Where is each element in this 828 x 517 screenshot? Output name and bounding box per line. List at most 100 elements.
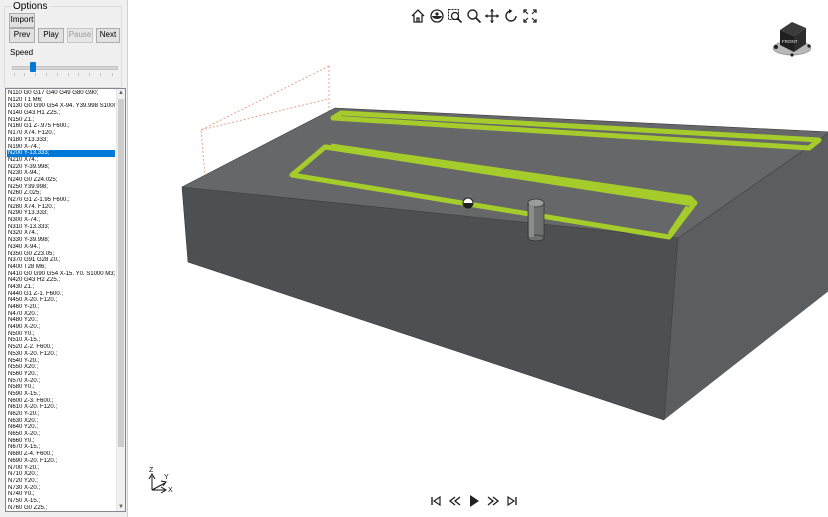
gcode-line[interactable]: N760 G0 Z25.; [7, 505, 115, 511]
fast-forward-icon[interactable] [485, 493, 501, 509]
gcode-line[interactable]: N650 X-20.; [7, 431, 115, 438]
gcode-line[interactable]: N310 Y-13.333; [7, 224, 115, 231]
gcode-line[interactable]: N660 Y0.; [7, 438, 115, 445]
slider-tick [35, 73, 36, 76]
gcode-line[interactable]: N270 G1 Z-1.95 F600.; [7, 197, 115, 204]
gcode-line[interactable]: N120 T1 M6; [7, 97, 115, 104]
gcode-line[interactable]: N610 X-20. F120.; [7, 404, 115, 411]
scroll-thumb[interactable] [118, 99, 124, 447]
gcode-line[interactable]: N490 X-20.; [7, 324, 115, 331]
gcode-line[interactable]: N630 X20.; [7, 418, 115, 425]
gcode-line[interactable]: N480 Y20.; [7, 317, 115, 324]
gcode-line[interactable]: N710 X20.; [7, 471, 115, 478]
view-cube-face-label: FRONT [782, 39, 798, 44]
gcode-line[interactable]: N220 Y-39.998; [7, 164, 115, 171]
view-cube[interactable]: FRONT [772, 22, 812, 57]
zoom-icon[interactable] [466, 8, 482, 24]
3d-viewport[interactable]: · FRONT Z Y X [127, 0, 828, 517]
gcode-line[interactable]: N450 X-20. F120.; [7, 297, 115, 304]
gcode-line[interactable]: N670 X-15.; [7, 444, 115, 451]
gcode-line[interactable]: N320 X74.; [7, 230, 115, 237]
rotate-icon[interactable] [503, 8, 519, 24]
gcode-line[interactable]: N280 X74. F120.; [7, 204, 115, 211]
gcode-line[interactable]: N470 X20.; [7, 311, 115, 318]
gcode-line[interactable]: N620 Y-20.; [7, 411, 115, 418]
gcode-line[interactable]: N590 X-15.; [7, 391, 115, 398]
gcode-line[interactable]: N500 Y0.; [7, 331, 115, 338]
gcode-line[interactable]: N440 G1 Z-1. F600.; [7, 291, 115, 298]
gcode-line[interactable]: N580 Y0.; [7, 384, 115, 391]
gcode-line[interactable]: N420 G43 H2 Z25.; [7, 277, 115, 284]
gcode-line[interactable]: N530 X-20. F120.; [7, 351, 115, 358]
gcode-line[interactable]: N260 Z.025; [7, 190, 115, 197]
slider-tick [68, 73, 69, 76]
rewind-icon[interactable] [447, 493, 463, 509]
gcode-line[interactable]: N160 G1 Z-.975 F600.; [7, 123, 115, 130]
gcode-line[interactable]: N130 G0 G90 G54 X-94. Y39.998 S1000 M3; [7, 103, 115, 110]
left-panel: Options Import Prev Play Pause Next Spee… [0, 0, 126, 517]
slider-tick [78, 73, 79, 76]
gcode-line[interactable]: N350 G0 Z23.05; [7, 251, 115, 258]
gcode-line[interactable]: N520 Z-2. F600.; [7, 344, 115, 351]
pause-button[interactable]: Pause [67, 28, 93, 43]
gcode-listbox[interactable]: N110 G0 G17 G40 G49 G80 G90; N120 T1 M6; N… [5, 88, 126, 512]
scroll-up-icon[interactable]: ▲ [117, 89, 125, 97]
gcode-line[interactable]: N150 Z1.; [7, 117, 115, 124]
gcode-line[interactable]: N140 G43 H1 Z25.; [7, 110, 115, 117]
gcode-line[interactable]: N750 X-15.; [7, 498, 115, 505]
options-group-title: Options [11, 1, 50, 12]
gcode-line[interactable]: N170 X74. F120.; [7, 130, 115, 137]
gcode-line[interactable]: N110 G0 G17 G40 G49 G80 G90; [7, 90, 115, 97]
next-button[interactable]: Next [96, 28, 120, 43]
gcode-line[interactable]: N430 Z1.; [7, 284, 115, 291]
gcode-line[interactable]: N700 Y-20.; [7, 465, 115, 472]
last-icon[interactable] [504, 493, 520, 509]
play-icon[interactable] [466, 493, 482, 509]
gcode-line-selected[interactable]: N200 Y-13.333; [7, 150, 115, 157]
home-icon[interactable] [410, 8, 426, 24]
gcode-line[interactable]: N290 Y13.333; [7, 210, 115, 217]
gcode-line[interactable]: N210 X74.; [7, 157, 115, 164]
first-icon[interactable] [428, 493, 444, 509]
gcode-line[interactable]: N550 X20.; [7, 364, 115, 371]
gcode-line[interactable]: N240 G0 Z24.025; [7, 177, 115, 184]
gcode-line[interactable]: N570 X-20.; [7, 378, 115, 385]
gcode-line[interactable]: N510 X-15.; [7, 337, 115, 344]
prev-button[interactable]: Prev [9, 28, 35, 43]
gcode-line[interactable]: N720 Y20.; [7, 478, 115, 485]
gcode-line[interactable]: N410 G0 G90 G54 X-15. Y0. S1000 M3; [7, 271, 115, 278]
gcode-line[interactable]: N370 G91 G28 Z0.; [7, 257, 115, 264]
gcode-line[interactable]: N600 Z-3. F600.; [7, 398, 115, 405]
play-button[interactable]: Play [38, 28, 64, 43]
pan-icon[interactable] [484, 8, 500, 24]
gcode-line[interactable]: N400 T28 M6; [7, 264, 115, 271]
gcode-line[interactable]: N780 G91 G28 Z0.; [7, 511, 115, 512]
gcode-line[interactable]: N690 X-20. F120.; [7, 458, 115, 465]
scene-canvas[interactable]: · FRONT Z Y X [128, 0, 828, 517]
gcode-line[interactable]: N640 Y20.; [7, 424, 115, 431]
gcode-line[interactable]: N460 Y-20.; [7, 304, 115, 311]
gcode-line[interactable]: N560 Y20.; [7, 371, 115, 378]
fullscreen-icon[interactable] [522, 8, 538, 24]
gcode-line[interactable]: N680 Z-4. F600.; [7, 451, 115, 458]
gcode-line[interactable]: N730 X-20.; [7, 485, 115, 492]
speed-slider-track[interactable] [12, 66, 118, 70]
gcode-line[interactable]: N190 X-74.; [7, 144, 115, 151]
gcode-line[interactable]: N340 X-94.; [7, 244, 115, 251]
scroll-down-icon[interactable]: ▼ [117, 503, 125, 511]
gcode-line[interactable]: N740 Y0.; [7, 491, 115, 498]
gcode-line[interactable]: N540 Y-20.; [7, 358, 115, 365]
gcode-scrollbar[interactable]: ▲ ▼ [116, 89, 125, 511]
import-button[interactable]: Import [9, 13, 35, 28]
speed-slider-thumb[interactable] [29, 62, 36, 72]
slider-tick [46, 73, 47, 76]
gcode-line[interactable]: N250 Y39.998; [7, 184, 115, 191]
zoom-window-icon[interactable] [447, 8, 463, 24]
slider-tick [24, 73, 25, 76]
gcode-line[interactable]: N230 X-94.; [7, 170, 115, 177]
x-axis-label: X [168, 487, 173, 494]
gcode-line[interactable]: N330 Y-39.998; [7, 237, 115, 244]
gcode-line[interactable]: N180 Y13.333; [7, 137, 115, 144]
gcode-line[interactable]: N300 X-74.; [7, 217, 115, 224]
orbit-icon[interactable] [429, 8, 445, 24]
